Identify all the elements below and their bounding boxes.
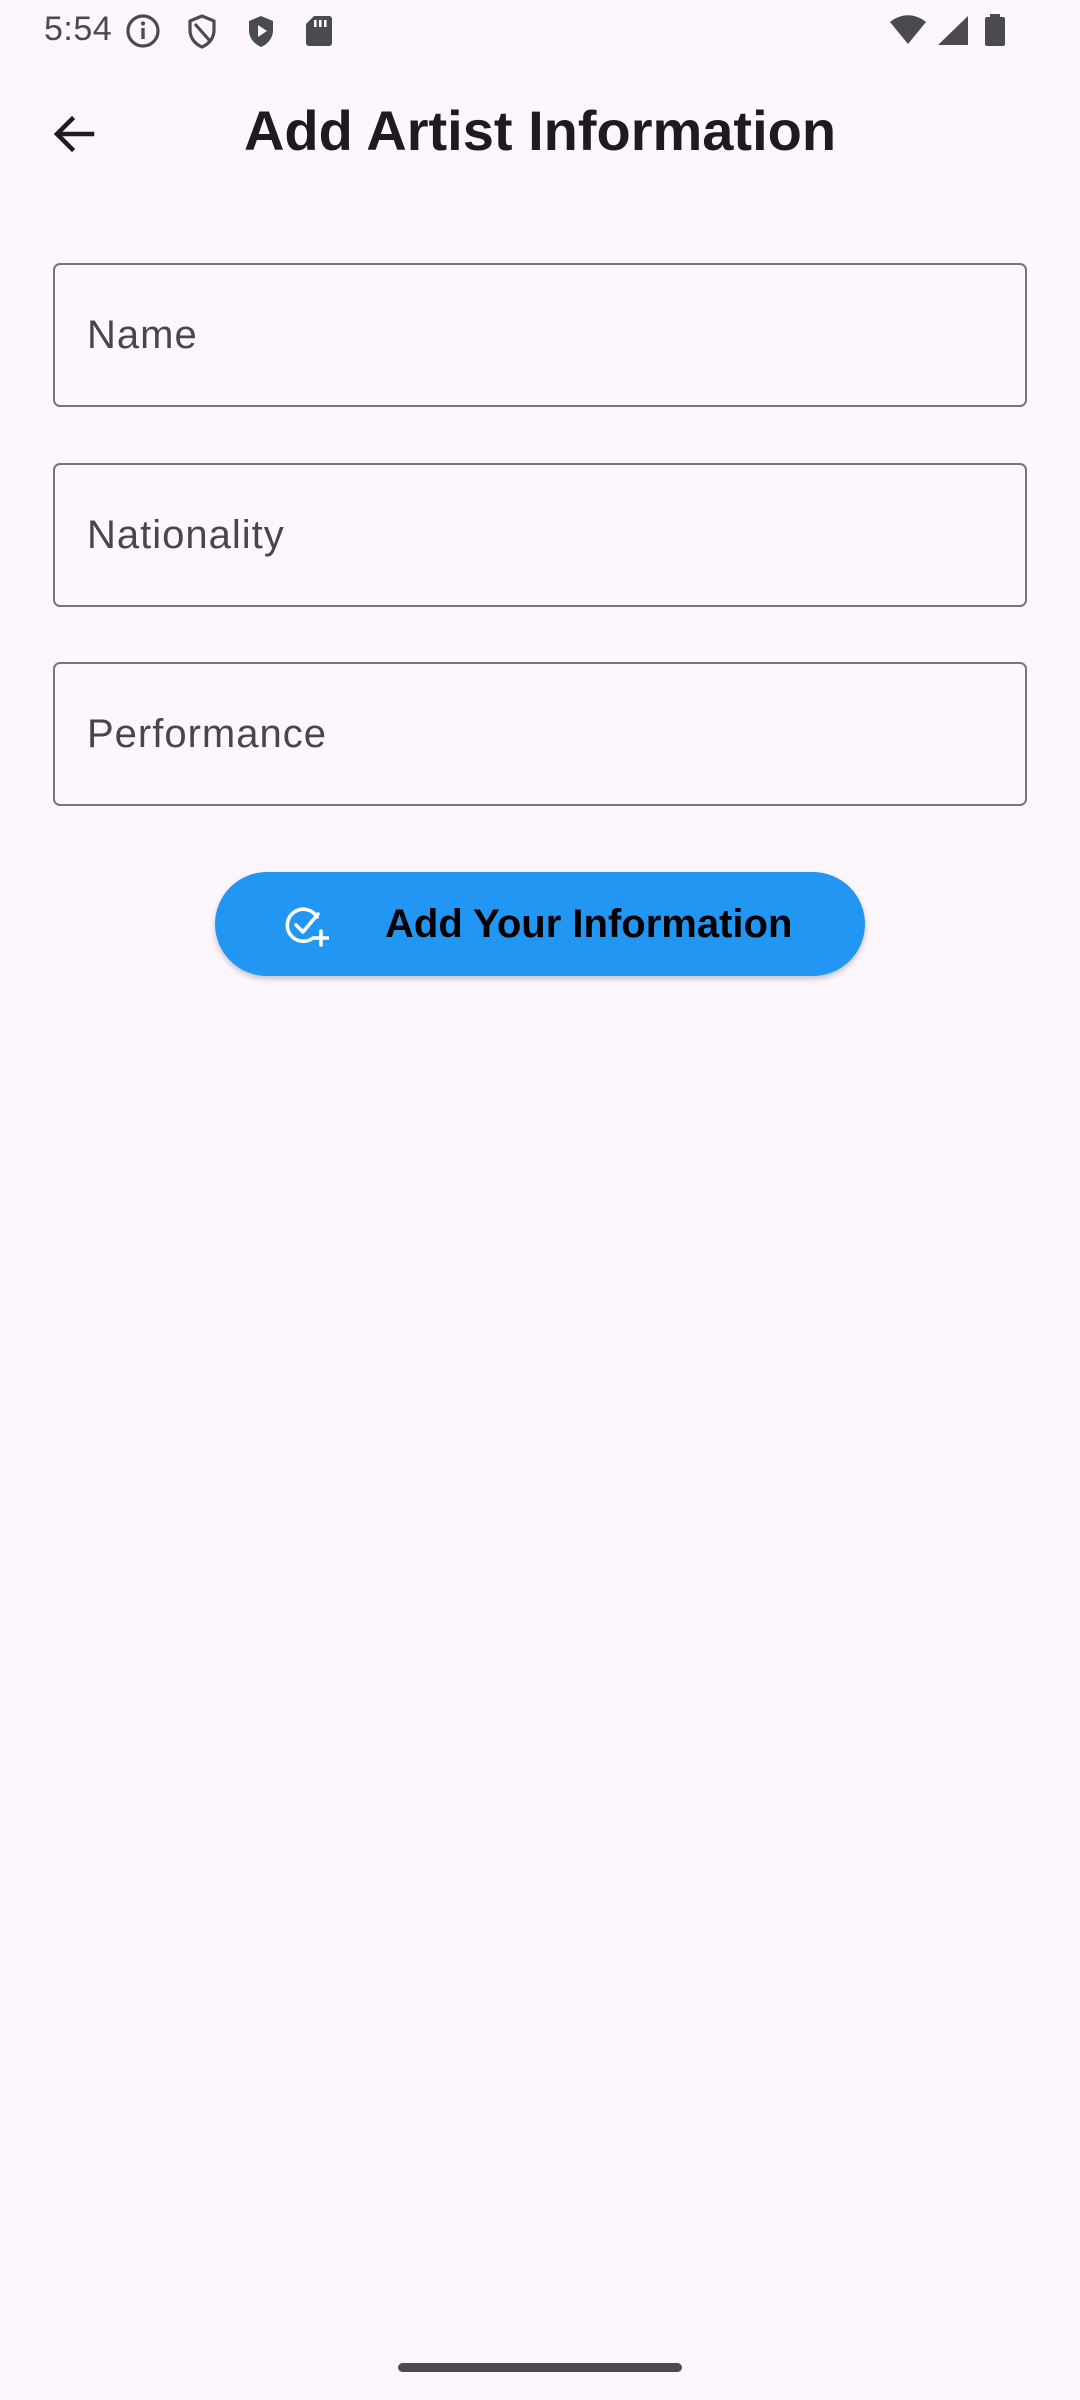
name-field[interactable] (53, 263, 1027, 407)
check-circle-add-icon (283, 902, 330, 948)
wifi-icon (888, 12, 928, 50)
status-time: 5:54 (44, 10, 113, 48)
shield-play-icon (242, 12, 280, 50)
performance-input[interactable] (55, 664, 1025, 804)
add-information-button[interactable]: Add Your Information (215, 872, 865, 976)
shield-outline-icon (183, 12, 221, 50)
add-information-label: Add Your Information (385, 902, 793, 946)
performance-field[interactable] (53, 662, 1027, 806)
nationality-input[interactable] (55, 465, 1025, 605)
name-input[interactable] (55, 265, 1025, 405)
info-icon (124, 12, 162, 50)
sd-card-icon (300, 12, 338, 50)
app-bar: Add Artist Information (0, 62, 1080, 210)
battery-icon (980, 12, 1010, 50)
signal-icon (934, 12, 972, 50)
home-indicator[interactable] (398, 2363, 682, 2372)
page-title: Add Artist Information (243, 99, 837, 162)
nationality-field[interactable] (53, 463, 1027, 607)
status-bar: 5:54 (0, 0, 1080, 62)
